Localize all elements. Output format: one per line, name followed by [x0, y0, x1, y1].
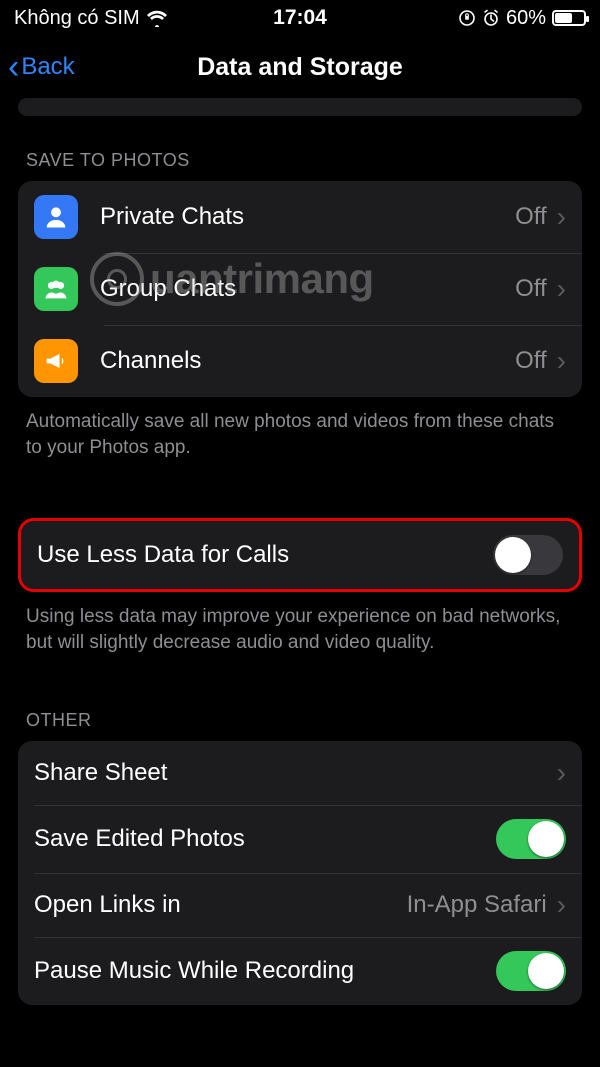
battery-percent: 60%: [506, 7, 546, 30]
alarm-icon: [482, 9, 500, 27]
nav-bar: ‹ Back Data and Storage: [0, 36, 600, 98]
row-share-sheet[interactable]: Share Sheet ›: [18, 741, 582, 805]
row-channels[interactable]: Channels Off ›: [18, 325, 582, 397]
section-header-save-to-photos: SAVE TO PHOTOS: [18, 116, 582, 181]
carrier-text: Không có SIM: [14, 7, 140, 30]
wifi-icon: [146, 9, 168, 27]
previous-group-stub: [18, 98, 582, 116]
status-time: 17:04: [273, 6, 327, 30]
chevron-left-icon: ‹: [8, 50, 19, 84]
row-label: Group Chats: [100, 275, 515, 303]
group-other: Share Sheet › Save Edited Photos Open Li…: [18, 741, 582, 1005]
status-right: 60%: [458, 7, 586, 30]
status-left: Không có SIM: [14, 7, 168, 30]
status-bar: Không có SIM 17:04 60%: [0, 0, 600, 36]
group-icon: [34, 267, 78, 311]
row-value: In-App Safari: [407, 891, 547, 919]
group-use-less-data: Use Less Data for Calls: [18, 518, 582, 592]
section-header-other: OTHER: [18, 656, 582, 741]
battery-icon: [552, 10, 586, 26]
row-value: Off: [515, 275, 547, 303]
row-label: Save Edited Photos: [34, 825, 496, 853]
toggle-save-edited-photos[interactable]: [496, 819, 566, 859]
page-title: Data and Storage: [197, 53, 403, 82]
row-label: Use Less Data for Calls: [37, 541, 493, 569]
row-label: Private Chats: [100, 203, 515, 231]
back-label: Back: [21, 53, 74, 81]
row-value: Off: [515, 347, 547, 375]
group-save-to-photos: Private Chats Off › Group Chats Off › Ch…: [18, 181, 582, 397]
chevron-right-icon: ›: [557, 347, 566, 375]
row-label: Open Links in: [34, 891, 407, 919]
row-open-links-in[interactable]: Open Links in In-App Safari ›: [18, 873, 582, 937]
row-save-edited-photos[interactable]: Save Edited Photos: [18, 805, 582, 873]
rotation-lock-icon: [458, 9, 476, 27]
row-private-chats[interactable]: Private Chats Off ›: [18, 181, 582, 253]
toggle-use-less-data[interactable]: [493, 535, 563, 575]
person-icon: [34, 195, 78, 239]
chevron-right-icon: ›: [557, 275, 566, 303]
chevron-right-icon: ›: [557, 891, 566, 919]
row-value: Off: [515, 203, 547, 231]
section-footer-save-to-photos: Automatically save all new photos and vi…: [18, 397, 582, 460]
chevron-right-icon: ›: [557, 759, 566, 787]
row-label: Pause Music While Recording: [34, 957, 496, 985]
row-pause-music[interactable]: Pause Music While Recording: [18, 937, 582, 1005]
row-use-less-data[interactable]: Use Less Data for Calls: [21, 521, 579, 589]
row-label: Channels: [100, 347, 515, 375]
toggle-pause-music[interactable]: [496, 951, 566, 991]
chevron-right-icon: ›: [557, 203, 566, 231]
content: SAVE TO PHOTOS Private Chats Off › Group…: [0, 98, 600, 1005]
section-footer-use-less-data: Using less data may improve your experie…: [18, 592, 582, 655]
megaphone-icon: [34, 339, 78, 383]
back-button[interactable]: ‹ Back: [8, 50, 75, 84]
row-label: Share Sheet: [34, 759, 553, 787]
row-group-chats[interactable]: Group Chats Off ›: [18, 253, 582, 325]
